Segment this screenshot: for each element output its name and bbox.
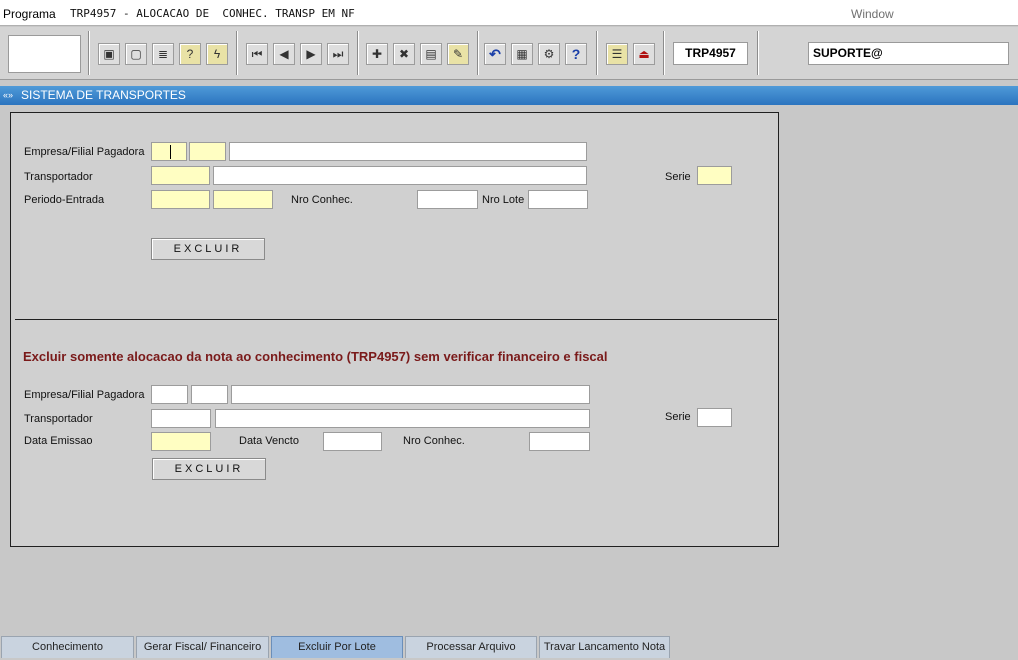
logo-area bbox=[8, 35, 81, 73]
tab-gerar-fiscal-financeiro[interactable]: Gerar Fiscal/ Financeiro bbox=[136, 636, 269, 658]
toolbar-separator bbox=[88, 31, 90, 75]
menu-window[interactable]: Window bbox=[851, 7, 894, 21]
collapse-arrows-icon[interactable]: «» bbox=[3, 90, 15, 101]
help-button[interactable]: ? bbox=[565, 43, 587, 65]
data-vencto-label: Data Vencto bbox=[239, 435, 299, 447]
undo-button[interactable]: ↶ bbox=[484, 43, 506, 65]
previous-record-button[interactable]: ◀ bbox=[273, 43, 295, 65]
query-execute-button[interactable]: ϟ bbox=[206, 43, 228, 65]
tools-icon: ⚙ bbox=[543, 47, 555, 61]
window-button[interactable]: ▢ bbox=[125, 43, 147, 65]
undo-icon: ↶ bbox=[489, 46, 501, 62]
list-icon: ▤ bbox=[425, 47, 437, 61]
edit-icon: ✎ bbox=[452, 47, 464, 61]
empresa-input[interactable] bbox=[151, 142, 187, 161]
toolbar-separator bbox=[357, 31, 359, 75]
delete-record-icon: ✖ bbox=[398, 47, 410, 61]
excluir-lote-button[interactable]: EXCLUIR bbox=[151, 238, 265, 260]
filial-input[interactable] bbox=[189, 142, 226, 161]
first-record-button[interactable]: ⏮ bbox=[246, 43, 268, 65]
last-record-icon: ⏭ bbox=[332, 47, 344, 61]
transportador-input[interactable] bbox=[151, 166, 210, 185]
section-divider bbox=[15, 319, 777, 320]
transportador-label-2: Transportador bbox=[24, 413, 93, 425]
program-code-field: TRP4957 bbox=[673, 42, 748, 65]
next-record-icon: ▶ bbox=[306, 47, 316, 61]
print-icon: ≣ bbox=[157, 47, 169, 61]
print-button[interactable]: ≣ bbox=[152, 43, 174, 65]
menu-button[interactable]: ☰ bbox=[606, 43, 628, 65]
serie-input-2[interactable] bbox=[697, 408, 732, 427]
empresa-label: Empresa/Filial Pagadora bbox=[24, 146, 145, 158]
data-emissao-input[interactable] bbox=[151, 432, 211, 451]
periodo-entrada-label: Periodo-Entrada bbox=[24, 194, 105, 206]
query-execute-icon: ϟ bbox=[213, 47, 221, 61]
toolbar-separator bbox=[757, 31, 759, 75]
exit-button[interactable]: ⏏ bbox=[633, 43, 655, 65]
tab-bar: Conhecimento Gerar Fiscal/ Financeiro Ex… bbox=[0, 635, 1018, 660]
nro-conhec-label-2: Nro Conhec. bbox=[403, 435, 465, 447]
first-record-icon: ⏮ bbox=[251, 47, 263, 61]
insert-record-icon: ✚ bbox=[371, 47, 383, 61]
filial-input-2[interactable] bbox=[191, 385, 228, 404]
data-vencto-input[interactable] bbox=[323, 432, 382, 451]
last-record-button[interactable]: ⏭ bbox=[327, 43, 349, 65]
periodo-start-input[interactable] bbox=[151, 190, 210, 209]
toolbar-separator bbox=[663, 31, 665, 75]
toolbar-separator bbox=[596, 31, 598, 75]
toolbar-separator bbox=[236, 31, 238, 75]
section-header: «» SISTEMA DE TRANSPORTES bbox=[0, 86, 1018, 105]
empresa-input-2[interactable] bbox=[151, 385, 188, 404]
serie-label: Serie bbox=[665, 171, 691, 183]
excluir-alocacao-button[interactable]: EXCLUIR bbox=[152, 458, 266, 480]
toolbar-separator bbox=[477, 31, 479, 75]
empresa-name-field bbox=[229, 142, 587, 161]
nro-conhec-input[interactable] bbox=[417, 190, 478, 209]
transportador-name-field bbox=[213, 166, 587, 185]
delete-record-button[interactable]: ✖ bbox=[393, 43, 415, 65]
nro-conhec-input-2[interactable] bbox=[529, 432, 590, 451]
clipboard-icon: ▦ bbox=[516, 47, 528, 61]
menu-programa[interactable]: Programa bbox=[3, 7, 56, 21]
nro-conhec-label: Nro Conhec. bbox=[291, 194, 353, 206]
periodo-end-input[interactable] bbox=[213, 190, 273, 209]
text-cursor bbox=[170, 145, 171, 159]
help-icon: ? bbox=[571, 46, 581, 62]
tab-excluir-por-lote[interactable]: Excluir Por Lote bbox=[271, 636, 403, 658]
menu-icon: ☰ bbox=[611, 47, 623, 61]
help-query-button[interactable]: ? bbox=[179, 43, 201, 65]
empresa-name-field-2 bbox=[231, 385, 590, 404]
nro-lote-input[interactable] bbox=[528, 190, 588, 209]
list-button[interactable]: ▤ bbox=[420, 43, 442, 65]
previous-record-icon: ◀ bbox=[279, 47, 289, 61]
warning-message: Excluir somente alocacao da nota ao conh… bbox=[23, 349, 608, 364]
save-button[interactable]: ▣ bbox=[98, 43, 120, 65]
window-icon: ▢ bbox=[130, 47, 142, 61]
edit-button[interactable]: ✎ bbox=[447, 43, 469, 65]
transportador-input-2[interactable] bbox=[151, 409, 211, 428]
program-title: TRP4957 - ALOCACAO DE CONHEC. TRANSP EM … bbox=[70, 7, 355, 20]
user-field: SUPORTE@ bbox=[808, 42, 1009, 65]
tab-conhecimento[interactable]: Conhecimento bbox=[1, 636, 134, 658]
nro-lote-label: Nro Lote bbox=[482, 194, 525, 206]
tab-processar-arquivo[interactable]: Processar Arquivo bbox=[405, 636, 537, 658]
tab-travar-lancamento-nota[interactable]: Travar Lancamento Nota bbox=[539, 636, 670, 658]
next-record-button[interactable]: ▶ bbox=[300, 43, 322, 65]
section-title: SISTEMA DE TRANSPORTES bbox=[21, 88, 186, 102]
transportador-label: Transportador bbox=[24, 171, 93, 183]
help-query-icon: ? bbox=[186, 47, 194, 61]
clipboard-button[interactable]: ▦ bbox=[511, 43, 533, 65]
menu-bar: Programa TRP4957 - ALOCACAO DE CONHEC. T… bbox=[0, 0, 1018, 26]
serie-label-2: Serie bbox=[665, 411, 691, 423]
save-icon: ▣ bbox=[103, 47, 115, 61]
insert-record-button[interactable]: ✚ bbox=[366, 43, 388, 65]
transportador-name-field-2 bbox=[215, 409, 590, 428]
data-emissao-label: Data Emissao bbox=[24, 435, 93, 447]
exit-icon: ⏏ bbox=[638, 47, 650, 61]
tools-button[interactable]: ⚙ bbox=[538, 43, 560, 65]
serie-input[interactable] bbox=[697, 166, 732, 185]
toolbar: ▣ ▢ ≣ ? ϟ ⏮ ◀ ▶ ⏭ ✚ ✖ ▤ ✎ ↶ ▦ ⚙ ? ☰ ⏏ TR… bbox=[0, 27, 1018, 80]
empresa-label-2: Empresa/Filial Pagadora bbox=[24, 389, 145, 401]
